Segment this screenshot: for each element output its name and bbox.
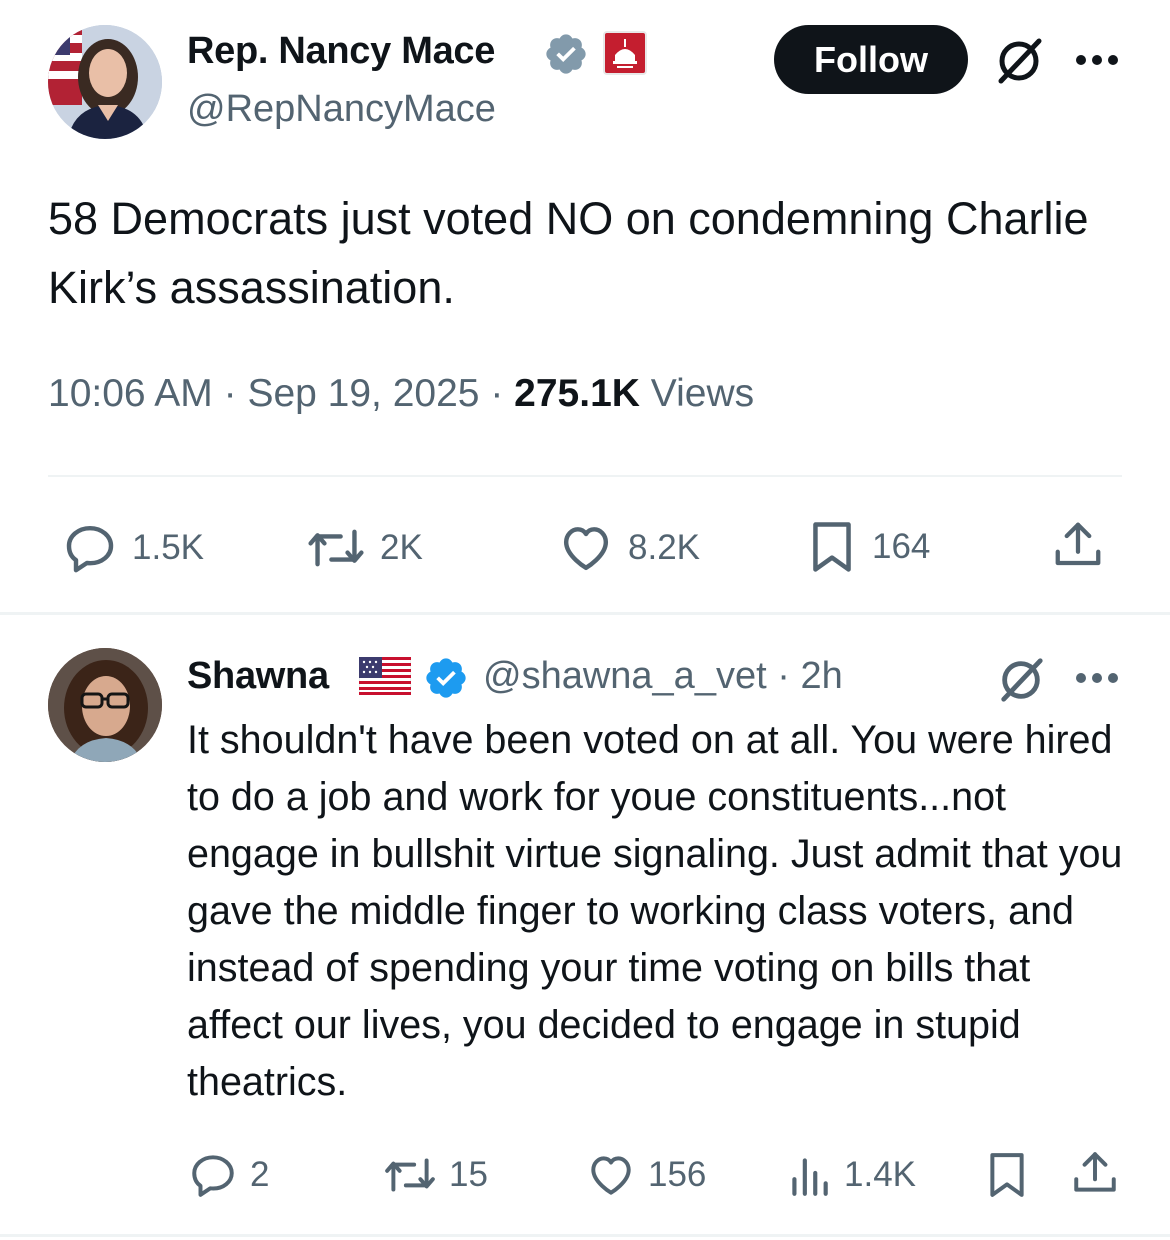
like-action[interactable]: 156 <box>586 1150 706 1200</box>
views-action[interactable]: 1.4K <box>786 1150 916 1200</box>
reply-icon <box>188 1150 238 1200</box>
verified-badge-icon[interactable] <box>543 31 589 77</box>
reply-author-avatar[interactable] <box>48 648 162 762</box>
reply-text: It shouldn't have been voted on at all. … <box>187 718 1123 1104</box>
bookmark-icon <box>806 518 858 576</box>
like-count: 8.2K <box>628 528 700 567</box>
tweet-time[interactable]: 10:06 AM <box>48 372 213 415</box>
reply-time[interactable]: 2h <box>800 655 842 697</box>
like-count: 156 <box>648 1155 707 1194</box>
government-affiliation-icon[interactable] <box>603 31 647 75</box>
repost-icon <box>383 1150 437 1200</box>
reply-count: 2 <box>250 1155 270 1194</box>
meta-separator: · <box>479 372 515 415</box>
views-icon <box>786 1150 832 1200</box>
repost-action[interactable]: 2K <box>306 520 423 576</box>
follow-button[interactable]: Follow <box>774 25 968 94</box>
repost-action[interactable]: 15 <box>383 1150 488 1200</box>
reply-action[interactable]: 1.5K <box>62 520 204 576</box>
reply-icon <box>62 520 118 576</box>
section-divider <box>0 1234 1170 1237</box>
author-avatar[interactable] <box>48 25 162 139</box>
like-icon <box>558 520 614 576</box>
tweet-meta: 10:06 AM · Sep 19, 2025 · 275.1K Views <box>48 372 754 416</box>
like-action[interactable]: 8.2K <box>558 520 700 576</box>
repost-count: 15 <box>449 1155 488 1194</box>
bookmark-icon[interactable] <box>984 1148 1030 1202</box>
share-icon[interactable] <box>1051 518 1105 572</box>
views-count: 275.1K <box>514 372 640 415</box>
author-name[interactable]: Rep. Nancy Mace <box>187 30 495 73</box>
reply-meta: @shawna_a_vet · 2h <box>483 655 843 698</box>
grok-icon[interactable] <box>993 35 1045 87</box>
bookmark-action[interactable]: 164 <box>806 518 930 576</box>
reply-author-handle[interactable]: @shawna_a_vet <box>483 655 767 697</box>
grok-icon[interactable] <box>996 655 1046 705</box>
us-flag-icon <box>359 657 411 695</box>
meta-separator: · <box>766 655 801 697</box>
share-icon[interactable] <box>1070 1148 1120 1198</box>
views-count: 1.4K <box>844 1155 916 1194</box>
more-icon[interactable] <box>1074 666 1120 690</box>
tweet-text: 58 Democrats just voted NO on condemning… <box>48 193 1089 313</box>
tweet-date[interactable]: Sep 19, 2025 <box>247 372 479 415</box>
meta-separator: · <box>212 372 248 415</box>
reply-action[interactable]: 2 <box>188 1150 269 1200</box>
views-label: Views <box>650 372 755 415</box>
bookmark-count: 164 <box>872 527 931 566</box>
author-handle[interactable]: @RepNancyMace <box>187 88 496 131</box>
reply-author-name[interactable]: Shawna <box>187 655 329 698</box>
verified-badge-icon[interactable] <box>423 655 469 701</box>
divider <box>48 475 1122 477</box>
repost-count: 2K <box>380 528 423 567</box>
repost-icon <box>306 520 366 576</box>
like-icon <box>586 1150 636 1200</box>
more-icon[interactable] <box>1074 48 1120 72</box>
reply-count: 1.5K <box>132 528 204 567</box>
section-divider <box>0 612 1170 615</box>
